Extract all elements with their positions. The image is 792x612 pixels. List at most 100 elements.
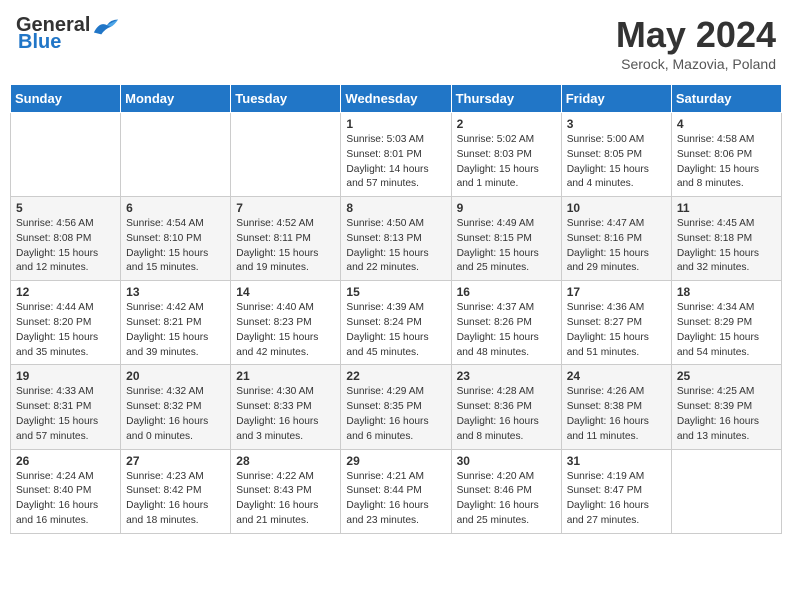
calendar-day-cell: 19 Sunrise: 4:33 AMSunset: 8:31 PMDayligh… xyxy=(11,365,121,449)
day-number: 16 xyxy=(457,285,556,299)
day-info: Sunrise: 5:03 AMSunset: 8:01 PMDaylight:… xyxy=(346,133,445,192)
calendar-week-row: 12 Sunrise: 4:44 AMSunset: 8:20 PMDayligh… xyxy=(11,281,782,365)
day-number: 6 xyxy=(126,201,225,215)
day-info: Sunrise: 4:28 AMSunset: 8:36 PMDaylight:… xyxy=(457,385,556,444)
month-title: May 2024 xyxy=(616,14,776,56)
logo-bird-icon xyxy=(92,15,120,37)
calendar-week-row: 26 Sunrise: 4:24 AMSunset: 8:40 PMDayligh… xyxy=(11,449,782,533)
calendar-day-cell: 9 Sunrise: 4:49 AMSunset: 8:15 PMDaylight… xyxy=(451,197,561,281)
day-info: Sunrise: 4:32 AMSunset: 8:32 PMDaylight:… xyxy=(126,385,225,444)
day-info: Sunrise: 4:22 AMSunset: 8:43 PMDaylight:… xyxy=(236,470,335,529)
calendar-day-cell: 7 Sunrise: 4:52 AMSunset: 8:11 PMDaylight… xyxy=(231,197,341,281)
day-of-week-header: Saturday xyxy=(671,85,781,113)
day-info: Sunrise: 4:37 AMSunset: 8:26 PMDaylight:… xyxy=(457,301,556,360)
day-of-week-header: Wednesday xyxy=(341,85,451,113)
day-number: 11 xyxy=(677,201,776,215)
day-info: Sunrise: 4:25 AMSunset: 8:39 PMDaylight:… xyxy=(677,385,776,444)
day-info: Sunrise: 4:24 AMSunset: 8:40 PMDaylight:… xyxy=(16,470,115,529)
day-number: 2 xyxy=(457,117,556,131)
day-of-week-header: Thursday xyxy=(451,85,561,113)
title-area: May 2024 Serock, Mazovia, Poland xyxy=(616,14,776,72)
day-number: 28 xyxy=(236,454,335,468)
day-info: Sunrise: 4:20 AMSunset: 8:46 PMDaylight:… xyxy=(457,470,556,529)
day-number: 30 xyxy=(457,454,556,468)
day-info: Sunrise: 4:34 AMSunset: 8:29 PMDaylight:… xyxy=(677,301,776,360)
day-number: 29 xyxy=(346,454,445,468)
calendar-day-cell: 25Sunrise: 4:25 AMSunset: 8:39 PMDayligh… xyxy=(671,365,781,449)
calendar-day-cell: 11 Sunrise: 4:45 AMSunset: 8:18 PMDayligh… xyxy=(671,197,781,281)
day-info: Sunrise: 4:40 AMSunset: 8:23 PMDaylight:… xyxy=(236,301,335,360)
day-info: Sunrise: 4:54 AMSunset: 8:10 PMDaylight:… xyxy=(126,217,225,276)
day-info: Sunrise: 4:23 AMSunset: 8:42 PMDaylight:… xyxy=(126,470,225,529)
day-number: 14 xyxy=(236,285,335,299)
day-info: Sunrise: 4:21 AMSunset: 8:44 PMDaylight:… xyxy=(346,470,445,529)
calendar-day-cell: 14 Sunrise: 4:40 AMSunset: 8:23 PMDayligh… xyxy=(231,281,341,365)
day-info: Sunrise: 4:19 AMSunset: 8:47 PMDaylight:… xyxy=(567,470,666,529)
calendar-day-cell: 1 Sunrise: 5:03 AMSunset: 8:01 PMDaylight… xyxy=(341,113,451,197)
calendar-day-cell: 8 Sunrise: 4:50 AMSunset: 8:13 PMDaylight… xyxy=(341,197,451,281)
page-header: General Blue May 2024 Serock, Mazovia, P… xyxy=(10,10,782,76)
day-number: 10 xyxy=(567,201,666,215)
calendar-day-cell: 31 Sunrise: 4:19 AMSunset: 8:47 PMDayligh… xyxy=(561,449,671,533)
day-info: Sunrise: 4:29 AMSunset: 8:35 PMDaylight:… xyxy=(346,385,445,444)
day-number: 22 xyxy=(346,369,445,383)
day-info: Sunrise: 4:49 AMSunset: 8:15 PMDaylight:… xyxy=(457,217,556,276)
calendar-day-cell: 23 Sunrise: 4:28 AMSunset: 8:36 PMDayligh… xyxy=(451,365,561,449)
calendar-day-cell: 22 Sunrise: 4:29 AMSunset: 8:35 PMDayligh… xyxy=(341,365,451,449)
calendar-day-cell xyxy=(231,113,341,197)
day-number: 7 xyxy=(236,201,335,215)
day-number: 18 xyxy=(677,285,776,299)
day-number: 24 xyxy=(567,369,666,383)
day-info: Sunrise: 4:44 AMSunset: 8:20 PMDaylight:… xyxy=(16,301,115,360)
day-number: 23 xyxy=(457,369,556,383)
day-number: 26 xyxy=(16,454,115,468)
calendar-table: SundayMondayTuesdayWednesdayThursdayFrid… xyxy=(10,84,782,534)
calendar-week-row: 1 Sunrise: 5:03 AMSunset: 8:01 PMDaylight… xyxy=(11,113,782,197)
day-number: 31 xyxy=(567,454,666,468)
location-subtitle: Serock, Mazovia, Poland xyxy=(616,56,776,72)
calendar-day-cell xyxy=(121,113,231,197)
calendar-day-cell: 16 Sunrise: 4:37 AMSunset: 8:26 PMDayligh… xyxy=(451,281,561,365)
calendar-day-cell: 6 Sunrise: 4:54 AMSunset: 8:10 PMDaylight… xyxy=(121,197,231,281)
day-info: Sunrise: 4:42 AMSunset: 8:21 PMDaylight:… xyxy=(126,301,225,360)
day-number: 13 xyxy=(126,285,225,299)
day-number: 12 xyxy=(16,285,115,299)
calendar-day-cell: 29 Sunrise: 4:21 AMSunset: 8:44 PMDayligh… xyxy=(341,449,451,533)
calendar-day-cell xyxy=(671,449,781,533)
day-of-week-header: Friday xyxy=(561,85,671,113)
day-number: 1 xyxy=(346,117,445,131)
day-info: Sunrise: 4:47 AMSunset: 8:16 PMDaylight:… xyxy=(567,217,666,276)
calendar-day-cell: 21Sunrise: 4:30 AMSunset: 8:33 PMDayligh… xyxy=(231,365,341,449)
calendar-header-row: SundayMondayTuesdayWednesdayThursdayFrid… xyxy=(11,85,782,113)
calendar-week-row: 19 Sunrise: 4:33 AMSunset: 8:31 PMDayligh… xyxy=(11,365,782,449)
day-info: Sunrise: 5:00 AMSunset: 8:05 PMDaylight:… xyxy=(567,133,666,192)
day-number: 19 xyxy=(16,369,115,383)
day-info: Sunrise: 4:58 AMSunset: 8:06 PMDaylight:… xyxy=(677,133,776,192)
day-info: Sunrise: 4:26 AMSunset: 8:38 PMDaylight:… xyxy=(567,385,666,444)
calendar-day-cell: 24 Sunrise: 4:26 AMSunset: 8:38 PMDayligh… xyxy=(561,365,671,449)
day-info: Sunrise: 4:50 AMSunset: 8:13 PMDaylight:… xyxy=(346,217,445,276)
calendar-day-cell: 27 Sunrise: 4:23 AMSunset: 8:42 PMDayligh… xyxy=(121,449,231,533)
calendar-day-cell: 30 Sunrise: 4:20 AMSunset: 8:46 PMDayligh… xyxy=(451,449,561,533)
day-info: Sunrise: 4:52 AMSunset: 8:11 PMDaylight:… xyxy=(236,217,335,276)
calendar-week-row: 5 Sunrise: 4:56 AMSunset: 8:08 PMDaylight… xyxy=(11,197,782,281)
calendar-day-cell: 20Sunrise: 4:32 AMSunset: 8:32 PMDayligh… xyxy=(121,365,231,449)
day-number: 27 xyxy=(126,454,225,468)
logo: General Blue xyxy=(16,14,120,54)
day-number: 9 xyxy=(457,201,556,215)
logo-blue: Blue xyxy=(18,31,61,54)
day-number: 5 xyxy=(16,201,115,215)
day-info: Sunrise: 5:02 AMSunset: 8:03 PMDaylight:… xyxy=(457,133,556,192)
calendar-day-cell: 18 Sunrise: 4:34 AMSunset: 8:29 PMDayligh… xyxy=(671,281,781,365)
calendar-day-cell: 3Sunrise: 5:00 AMSunset: 8:05 PMDaylight… xyxy=(561,113,671,197)
calendar-day-cell: 5 Sunrise: 4:56 AMSunset: 8:08 PMDaylight… xyxy=(11,197,121,281)
day-of-week-header: Tuesday xyxy=(231,85,341,113)
day-info: Sunrise: 4:33 AMSunset: 8:31 PMDaylight:… xyxy=(16,385,115,444)
day-info: Sunrise: 4:39 AMSunset: 8:24 PMDaylight:… xyxy=(346,301,445,360)
calendar-day-cell: 15 Sunrise: 4:39 AMSunset: 8:24 PMDayligh… xyxy=(341,281,451,365)
calendar-day-cell: 28 Sunrise: 4:22 AMSunset: 8:43 PMDayligh… xyxy=(231,449,341,533)
day-info: Sunrise: 4:45 AMSunset: 8:18 PMDaylight:… xyxy=(677,217,776,276)
day-info: Sunrise: 4:56 AMSunset: 8:08 PMDaylight:… xyxy=(16,217,115,276)
day-number: 8 xyxy=(346,201,445,215)
day-number: 15 xyxy=(346,285,445,299)
